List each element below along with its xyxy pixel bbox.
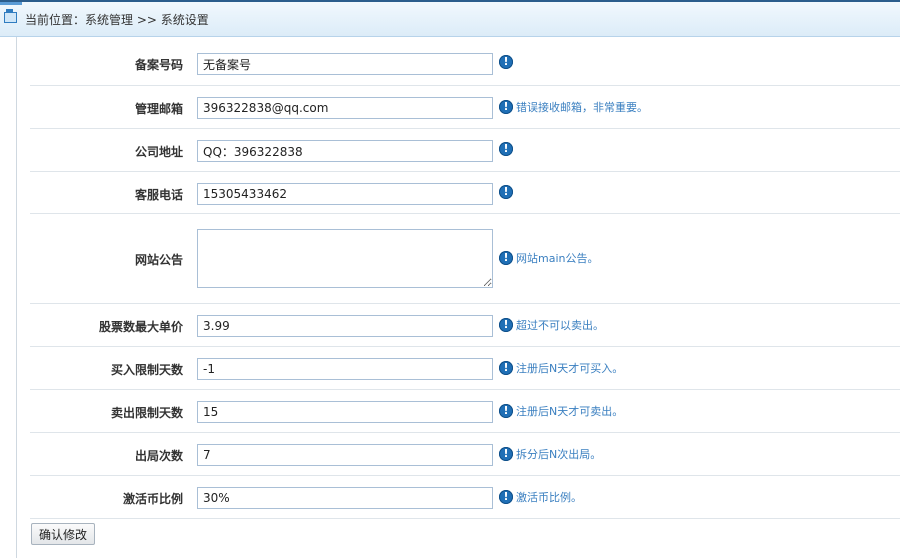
icp-number-input[interactable] xyxy=(197,53,493,75)
hint: ! 错误接收邮箱，非常重要。 xyxy=(499,99,648,115)
field-label: 公司地址 xyxy=(134,145,183,159)
field-label: 备案号码 xyxy=(134,58,183,72)
hint-text: 网站main公告。 xyxy=(516,252,599,265)
hint-text: 错误接收邮箱，非常重要。 xyxy=(516,101,648,114)
settings-form: 备案号码 ! 管理邮箱 !错误接收邮箱，非常重要。 公司地址 ! 客服电话 ! … xyxy=(30,41,900,519)
field-label: 出局次数 xyxy=(134,449,183,463)
exit-count-input[interactable] xyxy=(197,444,493,466)
field-label: 客服电话 xyxy=(134,188,183,202)
field-label: 网站公告 xyxy=(134,253,183,267)
hint-text: 注册后N天才可买入。 xyxy=(516,362,624,375)
hint-text: 激活币比例。 xyxy=(516,491,582,504)
hint: ! 注册后N天才可卖出。 xyxy=(499,403,623,419)
hint-text: 拆分后N次出局。 xyxy=(516,448,602,461)
field-label: 卖出限制天数 xyxy=(110,406,183,420)
form-row-buy-limit-days: 买入限制天数 !注册后N天才可买入。 xyxy=(30,347,900,390)
hint-text: 注册后N天才可卖出。 xyxy=(516,405,624,418)
field-label: 管理邮箱 xyxy=(134,102,183,116)
hint: ! 注册后N天才可买入。 xyxy=(499,360,623,376)
company-address-input[interactable] xyxy=(197,140,493,162)
hint: ! xyxy=(499,142,513,156)
hint: ! 拆分后N次出局。 xyxy=(499,446,601,462)
info-icon: ! xyxy=(499,100,513,114)
field-label: 股票数最大单价 xyxy=(98,320,183,334)
field-label: 激活币比例 xyxy=(122,492,183,506)
hint: ! 超过不可以卖出。 xyxy=(499,317,604,333)
activation-ratio-input[interactable] xyxy=(197,487,493,509)
sell-limit-days-input[interactable] xyxy=(197,401,493,423)
form-row-company-address: 公司地址 ! xyxy=(30,129,900,172)
info-icon: ! xyxy=(499,318,513,332)
announcement-textarea[interactable] xyxy=(197,229,493,288)
info-icon: ! xyxy=(499,447,513,461)
info-icon: ! xyxy=(499,55,513,69)
top-bar: 当前位置：系统管理 >> 系统设置 xyxy=(0,0,900,37)
form-row-max-price: 股票数最大单价 !超过不可以卖出。 xyxy=(30,304,900,347)
form-row-icp: 备案号码 ! xyxy=(30,41,900,86)
service-phone-input[interactable] xyxy=(197,183,493,205)
confirm-button[interactable]: 确认修改 xyxy=(31,523,95,545)
home-icon xyxy=(4,9,17,23)
form-row-exit-count: 出局次数 !拆分后N次出局。 xyxy=(30,433,900,476)
info-icon: ! xyxy=(499,404,513,418)
form-row-activation-ratio: 激活币比例 !激活币比例。 xyxy=(30,476,900,519)
info-icon: ! xyxy=(499,490,513,504)
form-row-service-phone: 客服电话 ! xyxy=(30,172,900,214)
max-price-input[interactable] xyxy=(197,315,493,337)
hint: ! xyxy=(499,55,513,69)
info-icon: ! xyxy=(499,361,513,375)
info-icon: ! xyxy=(499,185,513,199)
hint-text: 超过不可以卖出。 xyxy=(516,319,604,332)
field-label: 买入限制天数 xyxy=(110,363,183,377)
info-icon: ! xyxy=(499,251,513,265)
form-row-admin-email: 管理邮箱 !错误接收邮箱，非常重要。 xyxy=(30,86,900,129)
info-icon: ! xyxy=(499,142,513,156)
breadcrumb: 当前位置：系统管理 >> 系统设置 xyxy=(25,13,209,27)
tab-accent xyxy=(0,2,22,5)
content-frame-border xyxy=(16,37,17,558)
hint: ! 激活币比例。 xyxy=(499,489,582,505)
admin-email-input[interactable] xyxy=(197,97,493,119)
buy-limit-days-input[interactable] xyxy=(197,358,493,380)
hint: ! xyxy=(499,185,513,199)
form-row-sell-limit-days: 卖出限制天数 !注册后N天才可卖出。 xyxy=(30,390,900,433)
form-row-announcement: 网站公告 ! 网站main公告。 xyxy=(30,214,900,304)
hint: ! 网站main公告。 xyxy=(499,250,598,266)
